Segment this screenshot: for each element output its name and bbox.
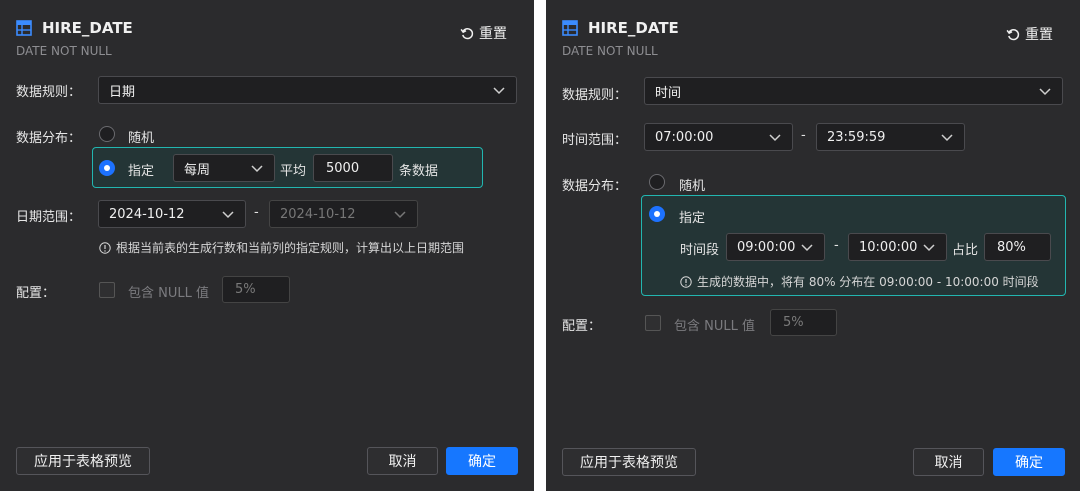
rule-label: 数据规则： xyxy=(16,85,82,100)
time-start-select[interactable]: 07:00:00 xyxy=(644,123,793,151)
distribution-label: 数据分布： xyxy=(562,179,628,194)
info-icon xyxy=(680,275,692,288)
ratio-label: 占比 xyxy=(952,243,979,258)
date-range-label: 日期范围： xyxy=(16,210,82,225)
rule-select-value: 日期 xyxy=(109,84,136,100)
apply-to-preview-button[interactable]: 应用于表格预览 xyxy=(16,447,150,475)
average-count-input[interactable]: 5000 xyxy=(313,154,393,182)
null-percent-input[interactable]: 5% xyxy=(222,276,290,303)
chevron-down-icon xyxy=(769,134,781,142)
date-end-value: 2024-10-12 xyxy=(280,206,356,222)
average-label: 平均 xyxy=(280,164,307,179)
specified-radio[interactable] xyxy=(99,160,115,176)
distribution-hint: 生成的数据中，将有 80% 分布在 09:00:00 - 10:00:00 时间… xyxy=(680,273,1039,290)
specified-label: 指定 xyxy=(128,164,155,179)
segment-start-select[interactable]: 09:00:00 xyxy=(726,233,825,261)
cancel-button[interactable]: 取消 xyxy=(913,448,984,476)
include-null-checkbox[interactable] xyxy=(99,282,115,298)
rule-select[interactable]: 日期 xyxy=(98,76,517,104)
segment-end-value: 10:00:00 xyxy=(859,239,918,255)
chevron-down-icon xyxy=(493,87,505,95)
table-icon xyxy=(562,20,578,36)
chevron-down-icon xyxy=(801,244,813,252)
info-icon xyxy=(99,241,111,254)
chevron-down-icon xyxy=(923,244,935,252)
rule-select-value: 时间 xyxy=(655,85,682,101)
time-range-label: 时间范围： xyxy=(562,133,628,148)
date-end-select[interactable]: 2024-10-12 xyxy=(269,200,418,228)
date-range-hint-text: 根据当前表的生成行数和当前列的指定规则，计算出以上日期范围 xyxy=(116,241,465,255)
rule-select[interactable]: 时间 xyxy=(644,77,1063,105)
chevron-down-icon xyxy=(222,211,234,219)
apply-to-preview-button[interactable]: 应用于表格预览 xyxy=(562,448,696,476)
ratio-input[interactable]: 80% xyxy=(984,233,1051,261)
config-label: 配置： xyxy=(16,286,56,301)
rows-unit-label: 条数据 xyxy=(399,164,439,179)
reset-button[interactable]: 重置 xyxy=(1006,24,1053,44)
reset-icon xyxy=(1006,28,1020,40)
segment-start-value: 09:00:00 xyxy=(737,239,796,255)
chevron-down-icon xyxy=(394,211,406,219)
reset-label: 重置 xyxy=(1025,27,1053,43)
date-range-separator: - xyxy=(254,205,259,220)
specified-radio[interactable] xyxy=(649,206,665,222)
confirm-button[interactable]: 确定 xyxy=(993,448,1065,476)
reset-label: 重置 xyxy=(479,26,507,42)
date-start-select[interactable]: 2024-10-12 xyxy=(98,200,246,228)
null-percent-input[interactable]: 5% xyxy=(770,309,837,336)
time-rule-panel: HIRE_DATE DATE NOT NULL 重置 数据规则： 时间 时间范围… xyxy=(546,0,1080,491)
confirm-button[interactable]: 确定 xyxy=(446,447,518,475)
date-range-hint: 根据当前表的生成行数和当前列的指定规则，计算出以上日期范围 xyxy=(99,239,464,256)
time-start-value: 07:00:00 xyxy=(655,129,714,145)
column-type: DATE NOT NULL xyxy=(562,44,658,58)
period-select-value: 每周 xyxy=(184,162,211,178)
period-select[interactable]: 每周 xyxy=(173,154,275,182)
segment-end-select[interactable]: 10:00:00 xyxy=(848,233,947,261)
random-radio[interactable] xyxy=(99,126,115,142)
table-icon xyxy=(16,20,32,36)
specified-label: 指定 xyxy=(679,211,706,226)
distribution-hint-text: 生成的数据中，将有 80% 分布在 09:00:00 - 10:00:00 时间… xyxy=(697,275,1039,289)
time-segment-label: 时间段 xyxy=(680,243,720,258)
random-label: 随机 xyxy=(128,131,155,146)
include-null-checkbox[interactable] xyxy=(645,315,661,331)
reset-icon xyxy=(460,27,474,39)
chevron-down-icon xyxy=(941,134,953,142)
time-range-separator: - xyxy=(801,128,806,143)
time-end-value: 23:59:59 xyxy=(827,129,886,145)
date-start-value: 2024-10-12 xyxy=(109,206,185,222)
chevron-down-icon xyxy=(251,165,263,173)
include-null-label: 包含 NULL 值 xyxy=(128,286,209,301)
random-label: 随机 xyxy=(679,179,706,194)
segment-separator: - xyxy=(834,238,839,253)
time-end-select[interactable]: 23:59:59 xyxy=(816,123,965,151)
date-rule-panel: HIRE_DATE DATE NOT NULL 重置 数据规则： 日期 数据分布… xyxy=(0,0,534,491)
rule-label: 数据规则： xyxy=(562,88,628,103)
column-title: HIRE_DATE xyxy=(588,19,679,37)
distribution-label: 数据分布： xyxy=(16,131,82,146)
config-label: 配置： xyxy=(562,319,602,334)
reset-button[interactable]: 重置 xyxy=(460,23,507,43)
chevron-down-icon xyxy=(1039,88,1051,96)
cancel-button[interactable]: 取消 xyxy=(367,447,438,475)
random-radio[interactable] xyxy=(649,174,665,190)
include-null-label: 包含 NULL 值 xyxy=(674,319,755,334)
column-type: DATE NOT NULL xyxy=(16,44,112,58)
column-title: HIRE_DATE xyxy=(42,19,133,37)
